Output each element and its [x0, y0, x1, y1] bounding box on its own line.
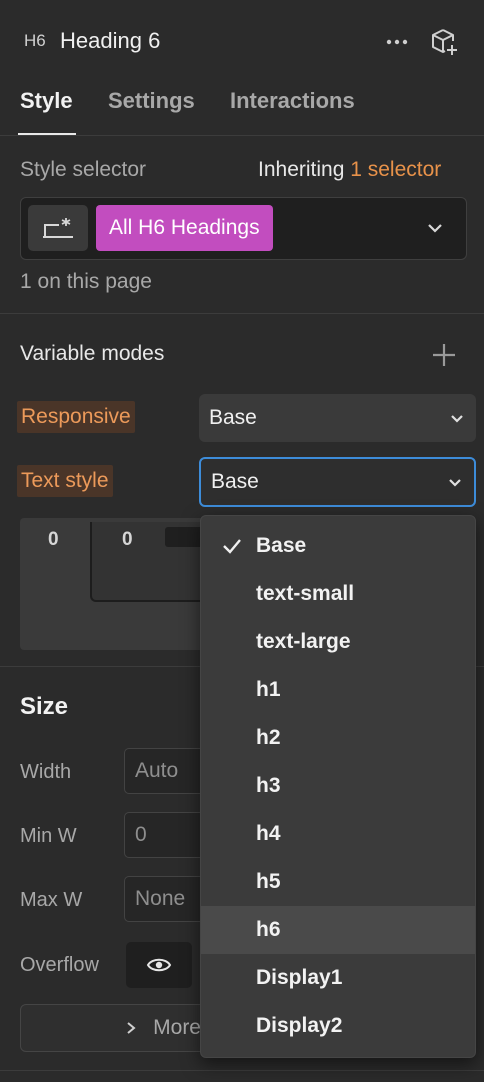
- option-label: text-large: [256, 630, 351, 653]
- option-label: h6: [256, 918, 281, 941]
- padding-left-value[interactable]: 0: [122, 529, 133, 551]
- dropdown-option-h1[interactable]: h1: [201, 666, 475, 714]
- divider: [0, 313, 484, 314]
- style-selector-label: Style selector: [20, 158, 147, 181]
- more-size-options-button[interactable]: More: [20, 1004, 220, 1052]
- dropdown-option-text-small[interactable]: text-small: [201, 570, 475, 618]
- dropdown-option-h4[interactable]: h4: [201, 810, 475, 858]
- responsive-label: Responsive: [17, 401, 135, 433]
- on-page-count: 1 on this page: [20, 270, 152, 293]
- option-label: h3: [256, 774, 281, 797]
- element-title: Heading 6: [60, 28, 161, 53]
- ellipsis-icon[interactable]: [383, 28, 411, 56]
- dropdown-option-base[interactable]: Base: [201, 522, 475, 570]
- eye-icon: [146, 958, 172, 972]
- min-width-label: Min W: [20, 825, 77, 847]
- selector-state-button[interactable]: [28, 205, 88, 251]
- add-mode-icon[interactable]: [430, 341, 458, 369]
- cube-plus-icon[interactable]: [428, 26, 460, 58]
- dropdown-option-h5[interactable]: h5: [201, 858, 475, 906]
- size-section-title: Size: [20, 693, 69, 720]
- option-label: h5: [256, 870, 281, 893]
- tab-settings[interactable]: Settings: [108, 88, 195, 114]
- option-label: Display2: [256, 1014, 343, 1037]
- overflow-visible-button[interactable]: [126, 942, 192, 988]
- tab-style[interactable]: Style: [20, 88, 73, 114]
- overflow-label: Overflow: [20, 954, 99, 976]
- option-label: Base: [256, 534, 307, 557]
- chevron-down-icon: [451, 415, 463, 423]
- option-label: h4: [256, 822, 281, 845]
- option-label: text-small: [256, 582, 355, 605]
- spacing-handle[interactable]: [165, 527, 205, 547]
- inheriting-prefix: Inheriting: [258, 158, 345, 181]
- style-panel: H6 Heading 6 Style Settings Interactions…: [0, 0, 484, 1082]
- margin-left-value[interactable]: 0: [48, 529, 59, 551]
- chevron-right-icon: [127, 1022, 136, 1034]
- responsive-mode-select[interactable]: Base: [199, 394, 476, 442]
- tab-interactions[interactable]: Interactions: [230, 88, 355, 114]
- heading-type-badge: H6: [24, 31, 46, 50]
- dropdown-option-h6[interactable]: h6: [201, 906, 475, 954]
- selector-tag[interactable]: All H6 Headings: [96, 205, 273, 251]
- option-label: h1: [256, 678, 281, 701]
- dropdown-option-h3[interactable]: h3: [201, 762, 475, 810]
- more-label: More: [153, 1016, 201, 1039]
- variable-modes-title: Variable modes: [20, 342, 165, 365]
- check-icon: [223, 539, 241, 554]
- dropdown-option-h2[interactable]: h2: [201, 714, 475, 762]
- dropdown-option-display1[interactable]: Display1: [201, 954, 475, 1002]
- divider: [0, 135, 484, 136]
- divider: [0, 1070, 484, 1071]
- responsive-mode-value: Base: [209, 406, 257, 429]
- dropdown-option-text-large[interactable]: text-large: [201, 618, 475, 666]
- text-style-mode-value: Base: [211, 470, 259, 493]
- width-label: Width: [20, 761, 72, 783]
- dropdown-option-display2[interactable]: Display2: [201, 1002, 475, 1050]
- option-label: h2: [256, 726, 281, 749]
- max-width-label: Max W: [20, 889, 83, 911]
- text-style-mode-select[interactable]: Base: [199, 457, 476, 507]
- text-style-dropdown-menu: Base text-small text-large h1 h2 h3 h4 h…: [200, 515, 476, 1058]
- inheriting-label: Inheriting 1 selector: [258, 158, 441, 182]
- text-style-label: Text style: [17, 465, 113, 497]
- option-label: Display1: [256, 966, 343, 989]
- inheriting-count-link[interactable]: 1 selector: [350, 158, 441, 181]
- chevron-down-icon[interactable]: [426, 219, 444, 242]
- chevron-down-icon: [449, 479, 461, 487]
